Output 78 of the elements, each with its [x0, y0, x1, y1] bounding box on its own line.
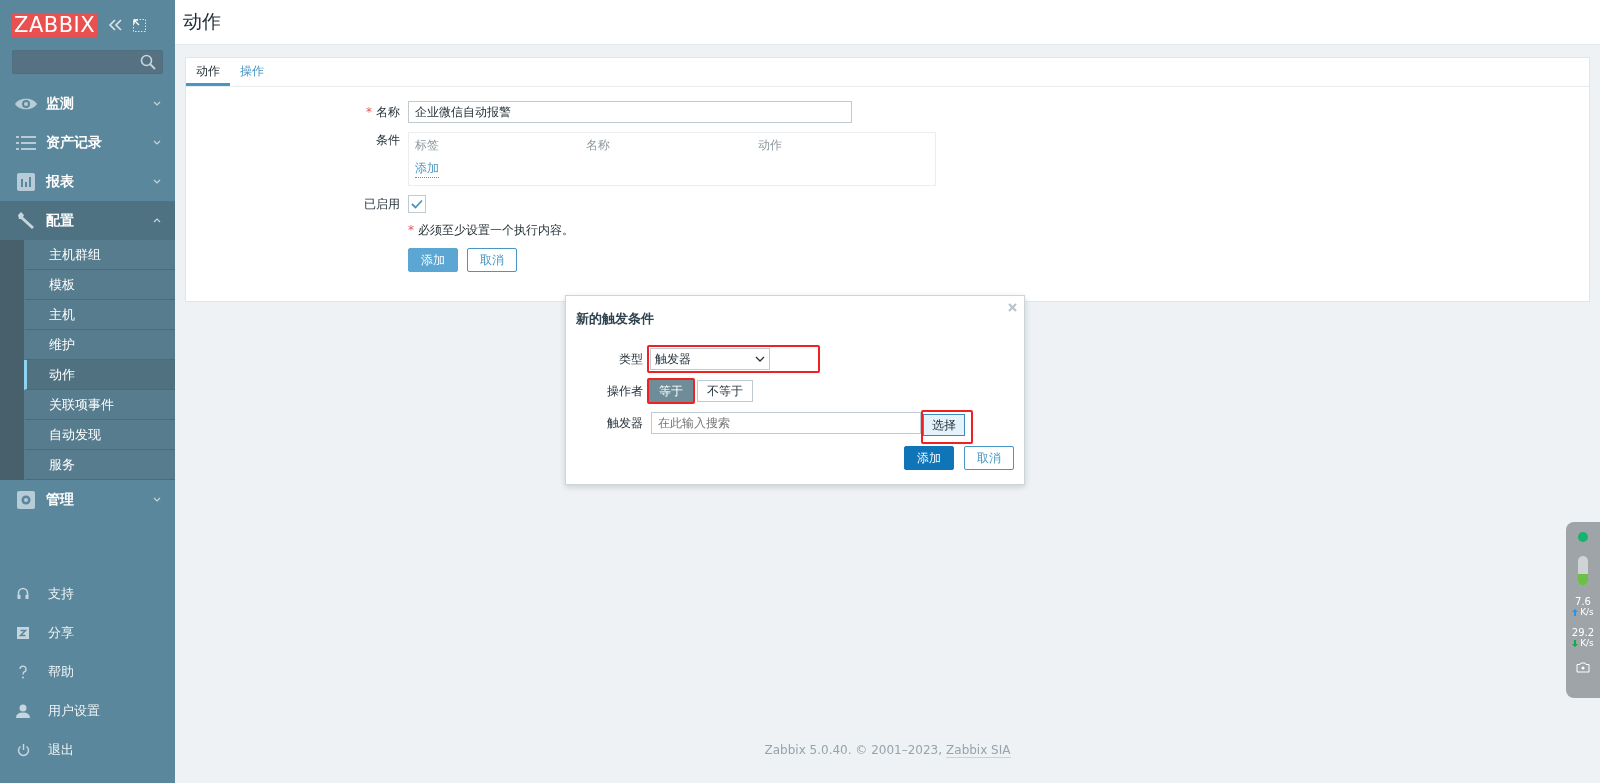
collapse-icon[interactable] — [107, 18, 124, 32]
page-title: 动作 — [183, 9, 221, 34]
up-arrow-icon — [1572, 608, 1579, 616]
trigger-search-field[interactable]: 在此输入搜索 — [651, 412, 921, 434]
speed-unit: K/s — [1580, 607, 1594, 617]
menu-item[interactable]: 支持 — [0, 574, 175, 613]
submenu-item[interactable]: 主机群组 — [24, 240, 175, 270]
add-link[interactable]: 添加 — [415, 160, 439, 178]
submenu-item[interactable]: 动作 — [24, 360, 175, 390]
menu-item[interactable]: 用户设置 — [0, 691, 175, 730]
add-button[interactable]: 添加 — [904, 446, 954, 470]
headset-icon — [17, 586, 29, 601]
menu-item[interactable]: 配置 — [0, 201, 175, 240]
required-mark: * — [366, 104, 372, 119]
company-link[interactable]: Zabbix SIA — [946, 743, 1011, 758]
operator-option[interactable]: 等于 — [649, 380, 693, 402]
menu-item[interactable]: 退出 — [0, 730, 175, 769]
chevron-icon — [755, 356, 765, 362]
tab[interactable]: 动作 — [186, 58, 230, 86]
dialog-title: 新的触发条件 — [576, 310, 655, 328]
power-icon — [16, 742, 30, 757]
submenu-item[interactable]: 自动发现 — [24, 420, 175, 450]
user-icon — [16, 703, 30, 718]
field-label: 类型 — [618, 350, 644, 368]
copyright-text: Zabbix 5.0.40. © 2001–2023, — [764, 743, 943, 757]
zabbix-logo[interactable]: ZABBIX — [12, 13, 98, 37]
name-field[interactable]: 企业微信自动报警 — [408, 101, 852, 123]
upload-speed: 7.6 — [1575, 596, 1591, 607]
field-label: 操作者 — [606, 382, 644, 400]
menu-item[interactable]: 管理 — [0, 480, 175, 519]
note-text: 必须至少设置一个执行内容。 — [418, 223, 574, 237]
column-header: 动作 — [757, 137, 783, 154]
menu-item[interactable]: 帮助 — [0, 652, 175, 691]
chevron-icon — [153, 218, 161, 223]
field-label: 条件 — [376, 133, 400, 147]
fullscreen-icon[interactable] — [133, 18, 147, 32]
down-arrow-icon — [1572, 639, 1579, 647]
submenu-item[interactable]: 模板 — [24, 270, 175, 300]
status-dot — [1578, 532, 1588, 542]
chevron-icon — [153, 179, 161, 184]
field-label: 名称 — [376, 104, 400, 119]
meter-icon — [1578, 556, 1588, 586]
search-field[interactable] — [12, 50, 163, 74]
submenu-item[interactable]: 服务 — [24, 450, 175, 480]
type-dropdown[interactable]: 触发器 — [650, 348, 770, 370]
chevron-icon — [153, 497, 161, 502]
chevron-icon — [153, 140, 161, 145]
field-label: 已启用 — [364, 196, 400, 211]
camera-icon[interactable] — [1576, 662, 1590, 673]
field-label: 触发器 — [606, 414, 644, 432]
checkbox[interactable] — [408, 195, 426, 213]
select-button[interactable]: 选择 — [923, 414, 965, 436]
menu-item[interactable]: 分享 — [0, 613, 175, 652]
share-icon — [17, 626, 29, 639]
help-icon — [18, 664, 28, 679]
cancel-button[interactable]: 取消 — [467, 248, 517, 272]
download-speed: 29.2 — [1571, 627, 1595, 638]
list-icon — [14, 135, 38, 150]
menu-item[interactable]: 资产记录 — [0, 123, 175, 162]
column-header: 标签 — [415, 137, 440, 154]
menu-item[interactable]: 报表 — [0, 162, 175, 201]
speed-unit: K/s — [1580, 638, 1594, 648]
cancel-button[interactable]: 取消 — [964, 446, 1014, 470]
chevron-icon — [153, 101, 161, 106]
gear-icon — [14, 490, 38, 509]
column-header: 名称 — [586, 137, 612, 154]
add-button[interactable]: 添加 — [408, 248, 458, 272]
submenu-item[interactable]: 关联项事件 — [24, 390, 175, 420]
submenu-item[interactable]: 维护 — [24, 330, 175, 360]
operator-option[interactable]: 不等于 — [697, 380, 753, 402]
required-mark: * — [408, 223, 414, 237]
check-icon — [411, 199, 423, 209]
search-icon[interactable] — [140, 54, 156, 70]
tab[interactable]: 操作 — [230, 58, 274, 86]
submenu-item[interactable]: 主机 — [24, 300, 175, 330]
bar-chart-icon — [14, 172, 38, 191]
menu-item[interactable]: 监测 — [0, 84, 175, 123]
close-icon[interactable] — [1008, 303, 1017, 312]
